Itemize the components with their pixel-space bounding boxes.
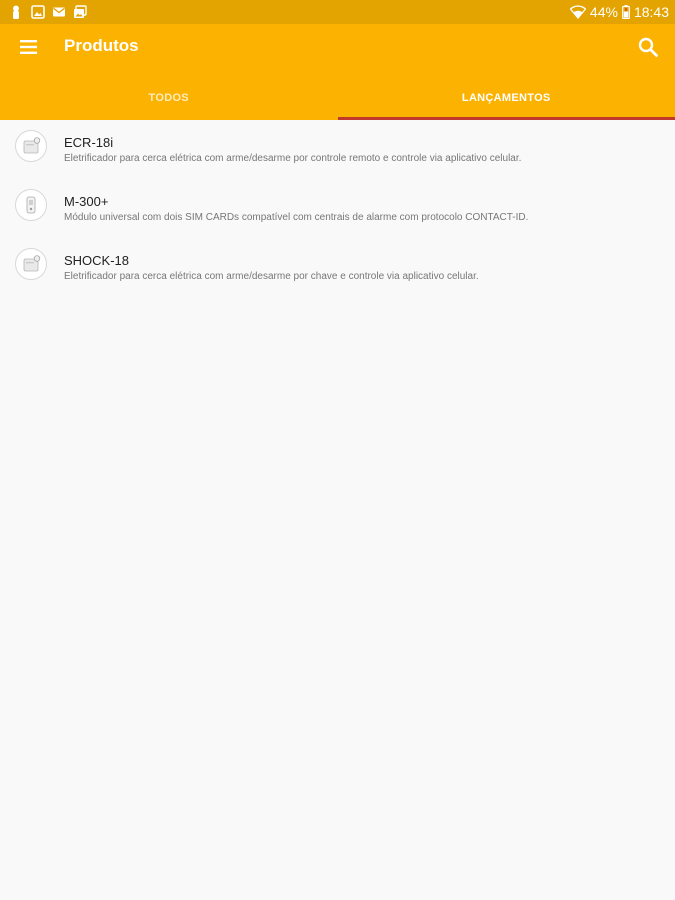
app-bar: Produtos TODOS LANÇAMENTOS <box>0 24 675 120</box>
battery-percent: 44% <box>589 4 618 20</box>
wifi-icon <box>569 5 586 19</box>
product-name: ECR-18i <box>64 135 114 150</box>
toolbar: Produtos <box>0 24 675 70</box>
tab-bar: TODOS LANÇAMENTOS <box>0 78 675 120</box>
box-device-icon <box>15 130 47 162</box>
list-item[interactable]: M-300+ Módulo universal com dois SIM CAR… <box>0 181 675 240</box>
mail-icon <box>52 5 66 19</box>
menu-icon[interactable] <box>19 38 39 56</box>
tab-lancamentos[interactable]: LANÇAMENTOS <box>337 78 675 120</box>
notification-icons <box>10 5 87 19</box>
product-description: Eletrificador para cerca elétrica com ar… <box>64 271 479 282</box>
person-pin-icon <box>10 5 24 19</box>
product-name: SHOCK-18 <box>64 253 130 268</box>
image-icon <box>31 5 45 19</box>
system-status: 44% 18:43 <box>569 4 669 20</box>
product-name: M-300+ <box>64 194 109 209</box>
module-device-icon <box>15 189 47 221</box>
list-item[interactable]: SHOCK-18 Eletrificador para cerca elétri… <box>0 240 675 299</box>
list-item[interactable]: ECR-18i Eletrificador para cerca elétric… <box>0 122 675 181</box>
status-bar: 44% 18:43 <box>0 0 675 24</box>
product-description: Módulo universal com dois SIM CARDs comp… <box>64 212 529 223</box>
tab-todos[interactable]: TODOS <box>0 78 338 120</box>
battery-icon <box>622 5 630 19</box>
search-icon[interactable] <box>637 36 659 58</box>
product-list: ECR-18i Eletrificador para cerca elétric… <box>0 122 675 299</box>
page-title: Produtos <box>64 36 139 55</box>
product-description: Eletrificador para cerca elétrica com ar… <box>64 153 522 164</box>
photos-icon <box>73 5 87 19</box>
clock: 18:43 <box>633 4 669 20</box>
box-device-icon <box>15 248 47 280</box>
